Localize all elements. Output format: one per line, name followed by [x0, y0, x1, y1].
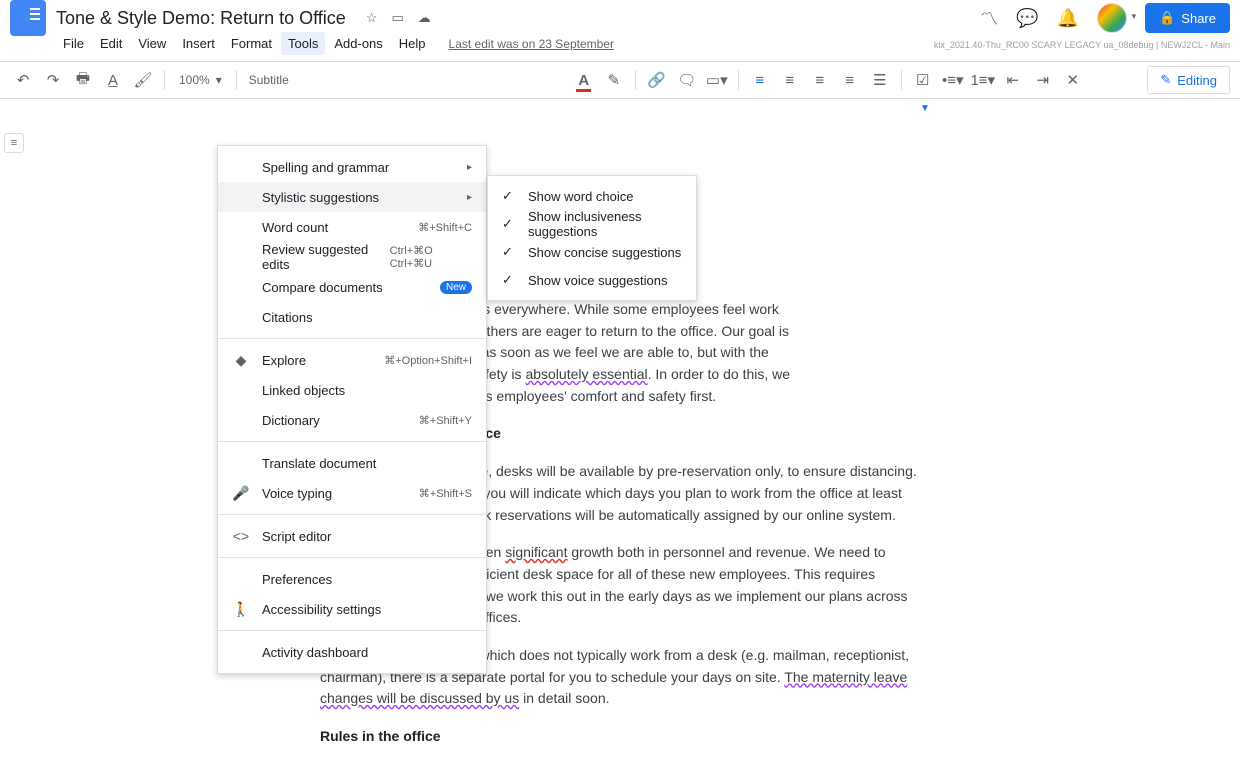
menu-word-count[interactable]: Word count⌘+Shift+C [218, 212, 486, 242]
check-icon: ✓ [502, 216, 513, 232]
comments-icon[interactable]: 💬 [1016, 8, 1038, 29]
menu-voice-typing[interactable]: 🎤Voice typing⌘+Shift+S [218, 478, 486, 508]
menu-accessibility[interactable]: 🚶Accessibility settings [218, 594, 486, 624]
submenu-arrow-icon: ▸ [467, 162, 472, 173]
decrease-indent-button[interactable]: ⇤ [1000, 67, 1026, 93]
menu-insert[interactable]: Insert [175, 32, 222, 55]
paragraph-style-select[interactable]: Subtitle [245, 73, 293, 87]
menu-stylistic-suggestions[interactable]: Stylistic suggestions▸ [218, 182, 486, 212]
align-center-button[interactable]: ≡ [777, 67, 803, 93]
star-icon[interactable]: ☆ [366, 10, 378, 26]
menu-file[interactable]: File [56, 32, 91, 55]
spellcheck-button[interactable]: A̲ [100, 67, 126, 93]
notifications-icon[interactable]: 🔔 [1057, 8, 1079, 29]
align-right-button[interactable]: ≡ [807, 67, 833, 93]
menu-addons[interactable]: Add-ons [327, 32, 389, 55]
activity-icon[interactable]: 〽 [980, 5, 998, 31]
menu-compare-docs[interactable]: Compare documentsNew [218, 272, 486, 302]
bulleted-list-button[interactable]: •≡▾ [940, 67, 966, 93]
submenu-word-choice[interactable]: ✓Show word choice [488, 182, 696, 210]
line-spacing-button[interactable]: ☰ [867, 67, 893, 93]
cloud-icon[interactable]: ☁ [418, 10, 431, 26]
print-button[interactable]: 🖶 [70, 67, 96, 93]
numbered-list-button[interactable]: 1≡▾ [970, 67, 996, 93]
chevron-down-icon: ▾ [216, 73, 222, 87]
heading-2: Rules in the office [320, 726, 920, 748]
ruler-marker[interactable]: ▼ [920, 103, 930, 114]
mode-select[interactable]: ✎ Editing [1147, 66, 1230, 94]
increase-indent-button[interactable]: ⇥ [1030, 67, 1056, 93]
align-left-button[interactable]: ≡ [747, 67, 773, 93]
menu-activity-dashboard[interactable]: Activity dashboard [218, 637, 486, 667]
doc-title[interactable]: Tone & Style Demo: Return to Office [56, 8, 346, 29]
menu-view[interactable]: View [131, 32, 173, 55]
menu-help[interactable]: Help [392, 32, 433, 55]
build-meta: kix_2021.40-Thu_RC00 SCARY LEGACY ua_08d… [934, 40, 1230, 50]
submenu-inclusiveness[interactable]: ✓Show inclusiveness suggestions [488, 210, 696, 238]
new-badge: New [440, 281, 472, 294]
highlight-button[interactable]: ✎ [601, 67, 627, 93]
add-comment-button[interactable]: 🗨 [674, 67, 700, 93]
menu-explore[interactable]: ◆Explore⌘+Option+Shift+I [218, 345, 486, 375]
lock-icon: 🔒 [1159, 10, 1175, 26]
menu-citations[interactable]: Citations [218, 302, 486, 332]
toolbar: ↶ ↷ 🖶 A̲ 🖌 100%▾ Subtitle A ✎ 🔗 🗨 ▭▾ ≡ ≡… [0, 61, 1240, 99]
account-avatar[interactable] [1097, 3, 1127, 33]
paint-format-button[interactable]: 🖌 [130, 67, 156, 93]
explore-icon: ◆ [232, 352, 250, 369]
outline-toggle[interactable]: ≡ [4, 133, 24, 153]
submenu-concise[interactable]: ✓Show concise suggestions [488, 238, 696, 266]
menu-translate[interactable]: Translate document [218, 448, 486, 478]
menu-dictionary[interactable]: Dictionary⌘+Shift+Y [218, 405, 486, 435]
undo-button[interactable]: ↶ [10, 67, 36, 93]
menu-preferences[interactable]: Preferences [218, 564, 486, 594]
check-icon: ✓ [502, 188, 513, 204]
menu-spelling-grammar[interactable]: Spelling and grammar▸ [218, 152, 486, 182]
text-color-button[interactable]: A [571, 67, 597, 93]
menu-edit[interactable]: Edit [93, 32, 129, 55]
clear-formatting-button[interactable]: ✕ [1060, 67, 1086, 93]
menu-review-suggested[interactable]: Review suggested editsCtrl+⌘O Ctrl+⌘U [218, 242, 486, 272]
submenu-voice[interactable]: ✓Show voice suggestions [488, 266, 696, 294]
share-label: Share [1181, 11, 1216, 26]
redo-button[interactable]: ↷ [40, 67, 66, 93]
code-icon: <> [232, 528, 250, 544]
pencil-icon: ✎ [1160, 72, 1171, 88]
docs-logo[interactable] [10, 0, 46, 36]
mic-icon: 🎤 [232, 485, 250, 502]
move-icon[interactable]: ▭ [391, 10, 403, 26]
menu-linked-objects[interactable]: Linked objects [218, 375, 486, 405]
insert-image-button[interactable]: ▭▾ [704, 67, 730, 93]
share-button[interactable]: 🔒 Share [1145, 3, 1230, 33]
accessibility-icon: 🚶 [232, 601, 250, 618]
insert-link-button[interactable]: 🔗 [644, 67, 670, 93]
check-icon: ✓ [502, 272, 513, 288]
stylistic-submenu: ✓Show word choice ✓Show inclusiveness su… [487, 175, 697, 301]
suggestion-red[interactable]: significant [505, 544, 567, 560]
zoom-select[interactable]: 100%▾ [173, 73, 228, 87]
align-justify-button[interactable]: ≡ [837, 67, 863, 93]
checklist-button[interactable]: ☑ [910, 67, 936, 93]
last-edit-link[interactable]: Last edit was on 23 September [449, 37, 614, 51]
menu-tools[interactable]: Tools [281, 32, 325, 55]
submenu-arrow-icon: ▸ [467, 192, 472, 203]
tools-menu-dropdown: Spelling and grammar▸ Stylistic suggesti… [217, 145, 487, 674]
check-icon: ✓ [502, 244, 513, 260]
menu-format[interactable]: Format [224, 32, 279, 55]
suggestion-purple[interactable]: absolutely essential [525, 366, 647, 382]
menu-script-editor[interactable]: <>Script editor [218, 521, 486, 551]
